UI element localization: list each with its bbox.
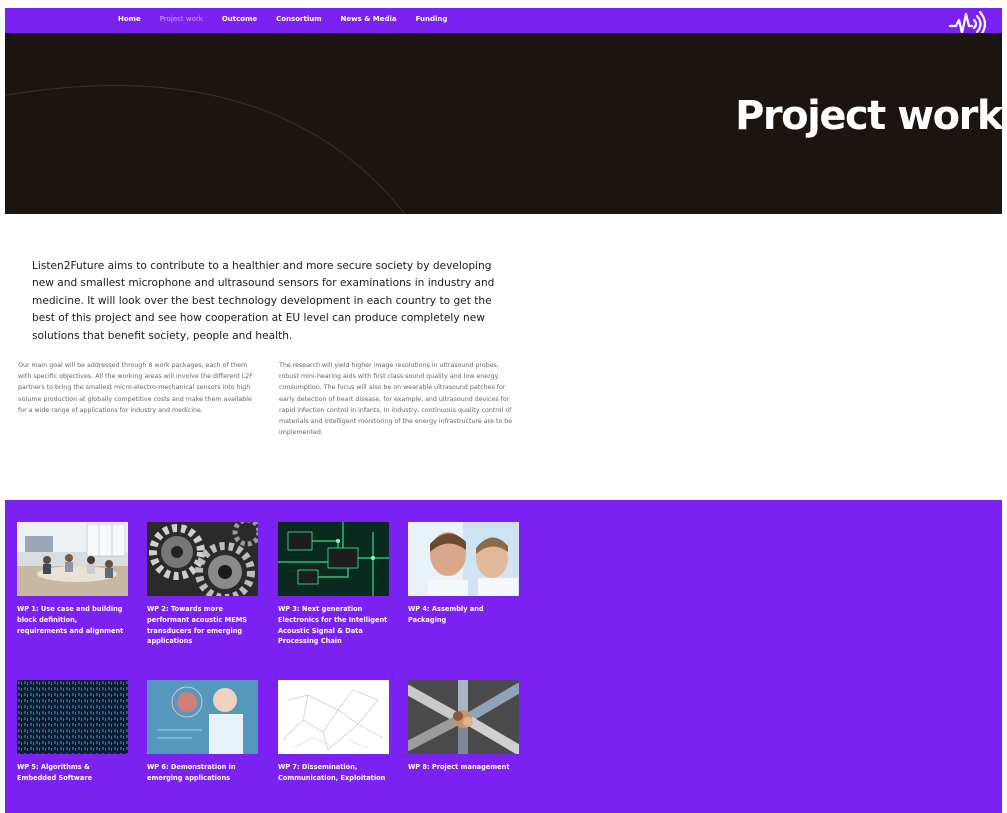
circuit-board-photo (278, 522, 389, 596)
work-package-card[interactable]: WP 7: Dissemination, Communication, Expl… (278, 680, 389, 784)
intro-paragraph: Listen2Future aims to contribute to a he… (32, 260, 495, 342)
work-package-card[interactable]: WP 1: Use case and building block defini… (17, 522, 128, 636)
meeting-room-photo (17, 522, 128, 596)
work-package-title: WP 2: Towards more performant acoustic M… (147, 605, 248, 646)
work-package-title: WP 6: Demonstration in emerging applicat… (147, 763, 236, 782)
nav-item-funding[interactable]: Funding (416, 15, 448, 23)
work-package-card[interactable]: WP 2: Towards more performant acoustic M… (147, 522, 258, 647)
work-package-card[interactable]: WP 5: Algorithms & Embedded Software (17, 680, 128, 784)
binary-code-photo (17, 680, 128, 754)
network-sketch-photo (278, 680, 389, 754)
work-package-title: WP 4: Assembly and Packaging (408, 605, 484, 624)
work-package-card[interactable]: WP 8: Project management (408, 680, 519, 773)
work-package-title: WP 7: Dissemination, Communication, Expl… (278, 763, 386, 782)
work-packages-section: WP 1: Use case and building block defini… (5, 500, 1002, 813)
nav-item-consortium[interactable]: Consortium (276, 15, 321, 23)
work-package-card[interactable]: WP 4: Assembly and Packaging (408, 522, 519, 626)
team-hands-photo (408, 680, 519, 754)
nav-item-home[interactable]: Home (118, 15, 141, 23)
work-package-title: WP 3: Next generation Electronics for th… (278, 605, 388, 646)
work-package-title: WP 5: Algorithms & Embedded Software (17, 763, 93, 782)
nav-links: Home Project work Outcome Consortium New… (118, 15, 447, 23)
nav-item-news-media[interactable]: News & Media (341, 15, 397, 23)
nav-item-outcome[interactable]: Outcome (222, 15, 257, 23)
doctor-hologram-photo (147, 680, 258, 754)
work-package-title: WP 8: Project management (408, 763, 510, 771)
description-right-column: The research will yield higher image res… (279, 362, 513, 437)
top-navigation-bar: Home Project work Outcome Consortium New… (5, 8, 1002, 38)
work-package-card[interactable]: WP 3: Next generation Electronics for th… (278, 522, 389, 647)
work-package-title: WP 1: Use case and building block defini… (17, 605, 124, 635)
work-package-card[interactable]: WP 6: Demonstration in emerging applicat… (147, 680, 258, 784)
hero-banner: Project work (5, 33, 1002, 214)
description-left-column: Our main goal will be addressed through … (18, 362, 253, 414)
gears-photo (147, 522, 258, 596)
page-title: Project work (735, 93, 1002, 139)
lab-scientists-photo (408, 522, 519, 596)
nav-item-project-work[interactable]: Project work (160, 15, 203, 23)
